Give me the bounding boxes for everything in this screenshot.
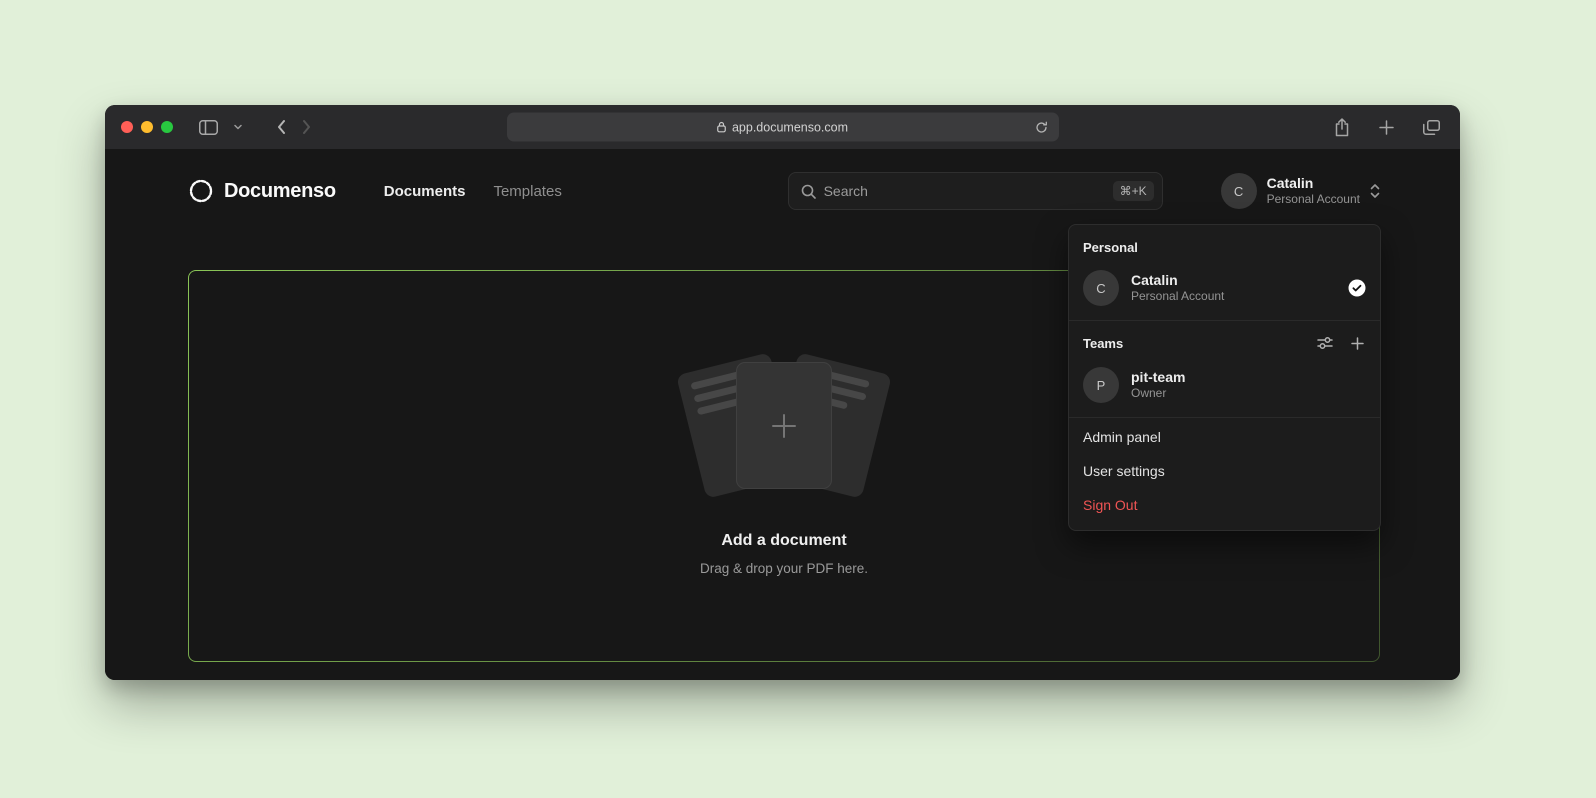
back-button[interactable] <box>272 115 290 139</box>
teams-section-label: Teams <box>1083 336 1315 351</box>
menu-item-user-settings[interactable]: User settings <box>1069 454 1380 488</box>
create-team-button[interactable] <box>1349 335 1366 352</box>
search-box[interactable]: ⌘+K <box>788 172 1163 210</box>
app-content: Documenso Documents Templates ⌘+K C Cata… <box>105 149 1460 680</box>
menu-item-admin-panel[interactable]: Admin panel <box>1069 420 1380 454</box>
personal-section-label: Personal <box>1069 229 1380 262</box>
manage-teams-button[interactable] <box>1315 334 1335 352</box>
browser-window: app.documenso.com Documenso Do <box>105 105 1460 680</box>
chevron-left-icon <box>276 119 286 135</box>
plus-icon <box>767 409 801 443</box>
account-type: Personal Account <box>1267 192 1360 207</box>
tab-overview-button[interactable] <box>1419 116 1444 139</box>
menu-divider <box>1069 320 1380 321</box>
tabs-icon <box>1423 120 1440 135</box>
account-name: Catalin <box>1267 175 1360 193</box>
documenso-logo-icon <box>188 178 214 204</box>
address-bar[interactable]: app.documenso.com <box>507 113 1059 142</box>
close-window-button[interactable] <box>121 121 133 133</box>
new-tab-button[interactable] <box>1375 116 1398 139</box>
plus-icon <box>1351 337 1364 350</box>
team-name: pit-team <box>1131 368 1366 386</box>
account-menu-trigger[interactable]: C Catalin Personal Account <box>1221 173 1380 209</box>
refresh-button[interactable] <box>1031 117 1052 138</box>
brand-name: Documenso <box>224 180 336 203</box>
chrome-left-controls <box>195 115 316 139</box>
share-button[interactable] <box>1330 114 1354 141</box>
dropzone-title: Add a document <box>721 532 846 550</box>
personal-account-avatar: C <box>1083 270 1119 306</box>
team-role: Owner <box>1131 386 1366 402</box>
check-circle-icon <box>1348 279 1366 297</box>
chevron-right-icon <box>302 119 312 135</box>
plus-icon <box>1379 120 1394 135</box>
nav-documents[interactable]: Documents <box>384 183 466 200</box>
lock-icon <box>717 122 726 133</box>
sidebar-menu-button[interactable] <box>230 120 246 134</box>
teams-section-header: Teams <box>1069 323 1380 359</box>
url-text: app.documenso.com <box>732 120 848 134</box>
browser-chrome: app.documenso.com <box>105 105 1460 149</box>
brand-logo-link[interactable]: Documenso <box>188 178 336 204</box>
personal-account-item[interactable]: C Catalin Personal Account <box>1069 262 1380 318</box>
nav-templates[interactable]: Templates <box>493 183 561 200</box>
menu-divider <box>1069 417 1380 418</box>
personal-account-type: Personal Account <box>1131 289 1336 305</box>
minimize-window-button[interactable] <box>141 121 153 133</box>
chevron-down-icon <box>234 124 242 130</box>
chrome-right-controls <box>1330 114 1444 141</box>
documents-illustration <box>669 356 899 496</box>
sidebar-icon <box>199 120 218 135</box>
sidebar-toggle-button[interactable] <box>195 116 222 139</box>
account-avatar: C <box>1221 173 1257 209</box>
account-dropdown-menu: Personal C Catalin Personal Account Team… <box>1068 224 1381 531</box>
refresh-icon <box>1035 121 1048 134</box>
share-icon <box>1334 118 1350 137</box>
document-card-add <box>736 362 832 489</box>
search-icon <box>801 184 816 199</box>
personal-account-name: Catalin <box>1131 271 1336 289</box>
forward-button[interactable] <box>298 115 316 139</box>
sliders-icon <box>1317 336 1333 350</box>
team-avatar: P <box>1083 367 1119 403</box>
zoom-window-button[interactable] <box>161 121 173 133</box>
search-input[interactable] <box>824 183 1105 199</box>
team-item[interactable]: P pit-team Owner <box>1069 359 1380 415</box>
traffic-lights <box>121 121 173 133</box>
dropzone-subtitle: Drag & drop your PDF here. <box>700 561 868 576</box>
selector-chevrons-icon <box>1370 183 1380 199</box>
primary-nav: Documents Templates <box>384 183 562 200</box>
search-shortcut-badge: ⌘+K <box>1113 181 1154 201</box>
menu-item-sign-out[interactable]: Sign Out <box>1069 488 1380 522</box>
app-header: Documenso Documents Templates ⌘+K C Cata… <box>188 165 1380 217</box>
